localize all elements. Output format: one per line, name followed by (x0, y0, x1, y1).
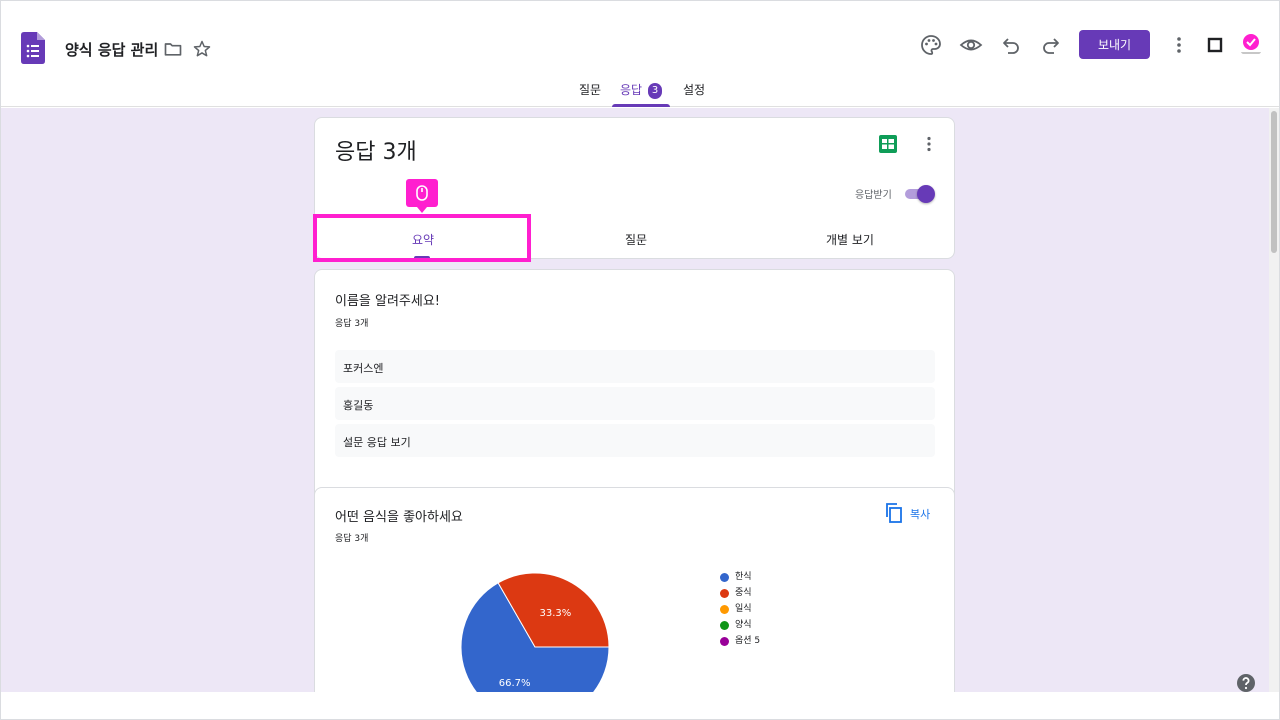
accept-responses-label: 응답받기 (855, 190, 892, 201)
legend-label: 양식 (735, 620, 752, 630)
summary-tab-indicator (414, 256, 430, 259)
legend-dot (720, 605, 729, 614)
pie-slice-label: 66.7% (499, 678, 531, 689)
response-count: 응답 3개 (335, 534, 369, 544)
square-icon[interactable] (1203, 33, 1227, 57)
tab-responses-label: 응답 (620, 83, 643, 97)
legend-item-양식: 양식 (720, 618, 760, 634)
answer-row: 홍길동 (335, 387, 935, 420)
scrollbar-thumb[interactable] (1271, 111, 1277, 253)
palette-icon[interactable] (919, 33, 943, 57)
active-tab-indicator (612, 104, 670, 107)
app-header: 양식 응답 관리 보내기 질문 응답 3 설정 (1, 1, 1279, 107)
responses-more-icon[interactable] (919, 134, 939, 154)
google-sheets-icon[interactable] (879, 135, 897, 153)
answer-row: 설문 응답 보기 (335, 424, 935, 457)
legend-label: 일식 (735, 604, 752, 614)
bottom-strip (1, 692, 1279, 719)
google-forms-logo-icon[interactable] (21, 32, 45, 64)
folder-icon[interactable] (163, 39, 183, 59)
legend-dot (720, 621, 729, 630)
tab-question-view[interactable]: 질문 (625, 231, 647, 248)
mouse-icon (416, 185, 428, 201)
pie-chart: 66.7% 33.3% (460, 572, 610, 692)
tab-settings[interactable]: 설정 (683, 81, 705, 107)
tab-summary[interactable]: 요약 (412, 231, 434, 248)
legend-dot (720, 589, 729, 598)
question-title: 이름을 알려주세요! (335, 294, 441, 309)
vertical-scrollbar[interactable] (1269, 108, 1279, 692)
main-content: 응답 3개 응답받기 요약 질문 개별 보기 이름을 알려주세요! 응답 3개 … (1, 108, 1269, 692)
copy-icon (886, 503, 902, 523)
preview-eye-icon[interactable] (959, 33, 983, 57)
legend-item-중식: 중식 (720, 586, 760, 602)
question-summary-card-food: 어떤 음식을 좋아하세요 응답 3개 복사 66.7% 33.3% 한식중식일식양… (314, 487, 955, 692)
legend-item-옵션 5: 옵션 5 (720, 634, 760, 650)
toggle-knob (917, 185, 935, 203)
responses-title: 응답 3개 (335, 140, 417, 165)
accept-responses-toggle[interactable] (903, 185, 937, 203)
avatar[interactable] (1238, 31, 1264, 57)
document-title[interactable]: 양식 응답 관리 (65, 39, 158, 60)
undo-icon[interactable] (999, 33, 1023, 57)
copy-label: 복사 (910, 508, 931, 521)
legend-label: 중식 (735, 588, 752, 598)
chart-legend: 한식중식일식양식옵션 5 (720, 570, 760, 650)
legend-label: 옵션 5 (735, 636, 761, 646)
pie-slice-label: 33.3% (539, 608, 571, 619)
more-vert-icon[interactable] (1167, 33, 1191, 57)
responses-count-badge: 3 (648, 83, 663, 99)
tab-questions[interactable]: 질문 (579, 81, 601, 107)
send-button[interactable]: 보내기 (1079, 30, 1150, 59)
redo-icon[interactable] (1039, 33, 1063, 57)
tab-individual-view[interactable]: 개별 보기 (826, 231, 874, 248)
legend-item-한식: 한식 (720, 570, 760, 586)
legend-dot (720, 573, 729, 582)
response-count: 응답 3개 (335, 319, 369, 329)
star-icon[interactable] (192, 39, 212, 59)
legend-label: 한식 (735, 572, 752, 582)
question-title: 어떤 음식을 좋아하세요 (335, 510, 463, 525)
help-icon[interactable] (1236, 673, 1256, 693)
copy-chart-button[interactable]: 복사 (885, 502, 945, 524)
answer-row: 포커스엔 (335, 350, 935, 383)
legend-item-일식: 일식 (720, 602, 760, 618)
click-indicator (406, 179, 438, 213)
legend-dot (720, 637, 729, 646)
